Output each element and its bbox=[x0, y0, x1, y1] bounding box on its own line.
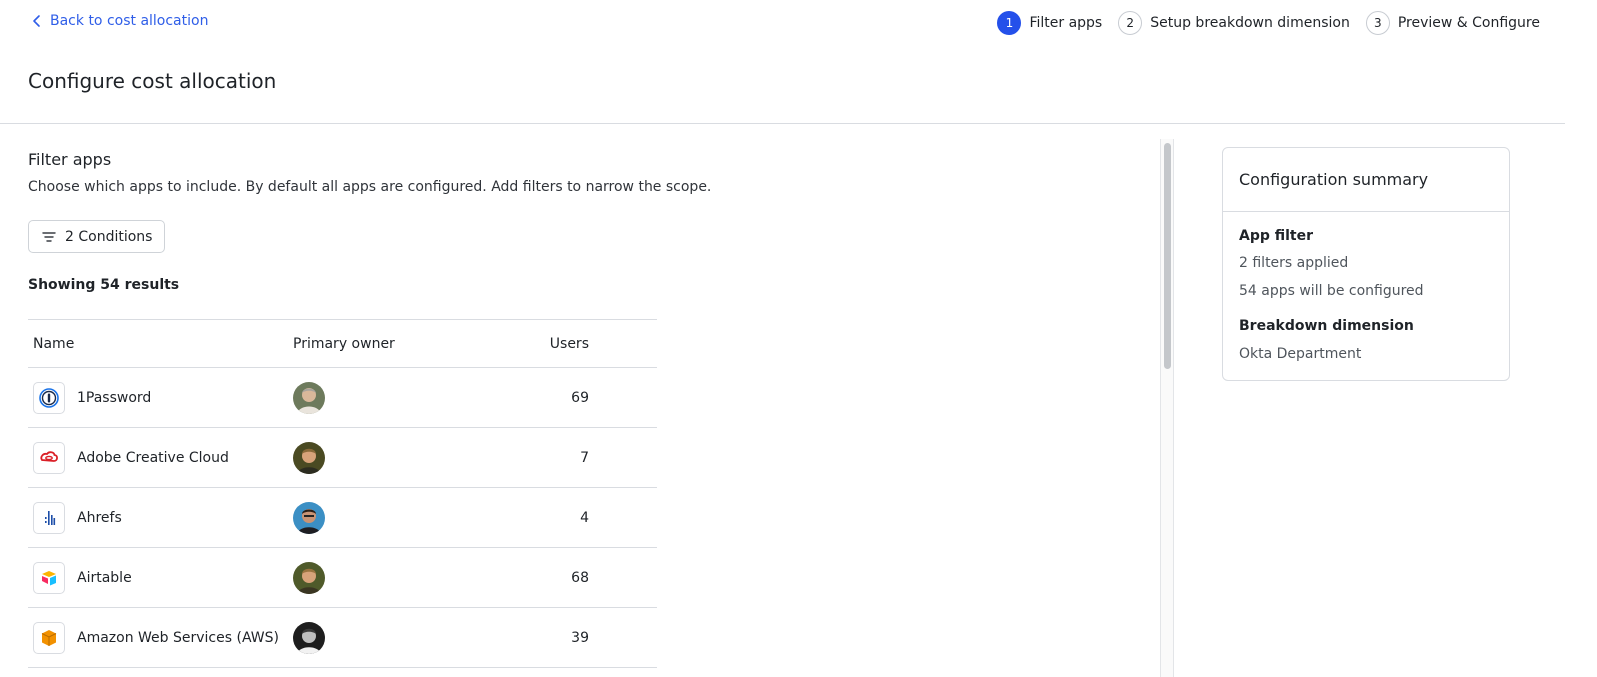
step-number: 3 bbox=[1365, 11, 1390, 35]
users-count: 69 bbox=[488, 367, 657, 428]
step-setup-breakdown-dimension[interactable]: 2 Setup breakdown dimension bbox=[1118, 11, 1350, 35]
app-filter-label: App filter bbox=[1239, 228, 1314, 244]
chevron-left-icon bbox=[33, 15, 40, 27]
apps-configured-value: 54 apps will be configured bbox=[1239, 283, 1424, 299]
avatar[interactable] bbox=[293, 381, 325, 414]
column-header-users[interactable]: Users bbox=[488, 319, 657, 368]
column-header-primary-owner[interactable]: Primary owner bbox=[288, 319, 488, 368]
filters-applied-value: 2 filters applied bbox=[1239, 255, 1349, 271]
breakdown-dimension-label: Breakdown dimension bbox=[1239, 318, 1414, 334]
header-divider bbox=[0, 123, 1565, 124]
app-name[interactable]: Airtable bbox=[77, 570, 132, 586]
1password-icon bbox=[33, 381, 65, 414]
results-count: Showing 54 results bbox=[28, 277, 180, 293]
users-count: 39 bbox=[488, 607, 657, 668]
table-row[interactable]: Ahrefs 4 bbox=[28, 487, 657, 548]
avatar[interactable] bbox=[293, 561, 325, 594]
users-count: 68 bbox=[488, 547, 657, 608]
section-description: Choose which apps to include. By default… bbox=[28, 179, 712, 195]
scrollbar-thumb[interactable] bbox=[1164, 143, 1171, 369]
users-count: 7 bbox=[488, 427, 657, 488]
page-title: Configure cost allocation bbox=[28, 69, 277, 93]
step-label: Preview & Configure bbox=[1397, 15, 1540, 31]
filter-lines-icon bbox=[42, 231, 56, 242]
aws-icon bbox=[33, 621, 65, 654]
users-count: 4 bbox=[488, 487, 657, 548]
wizard-stepper: 1 Filter apps 2 Setup breakdown dimensio… bbox=[997, 11, 1540, 35]
conditions-label: 2 Conditions bbox=[65, 228, 153, 245]
back-link-label[interactable]: Back to cost allocation bbox=[50, 13, 208, 29]
table-row[interactable]: Adobe Creative Cloud 7 bbox=[28, 427, 657, 488]
app-name[interactable]: Ahrefs bbox=[77, 510, 122, 526]
adobe-creative-cloud-icon bbox=[33, 441, 65, 474]
configuration-summary-card: Configuration summary App filter 2 filte… bbox=[1222, 147, 1510, 381]
airtable-icon bbox=[33, 561, 65, 594]
avatar[interactable] bbox=[293, 441, 325, 474]
conditions-filter-button[interactable]: 2 Conditions bbox=[28, 220, 166, 253]
breakdown-dimension-value: Okta Department bbox=[1239, 346, 1362, 362]
summary-title: Configuration summary bbox=[1239, 170, 1429, 189]
step-label: Setup breakdown dimension bbox=[1150, 15, 1350, 31]
app-name[interactable]: Adobe Creative Cloud bbox=[77, 450, 229, 466]
table-row[interactable]: Amazon Web Services (AWS) 39 bbox=[28, 607, 657, 668]
step-filter-apps[interactable]: 1 Filter apps bbox=[997, 11, 1102, 35]
step-preview-configure[interactable]: 3 Preview & Configure bbox=[1365, 11, 1540, 35]
summary-divider bbox=[1223, 211, 1509, 212]
scrollbar[interactable] bbox=[1160, 139, 1174, 677]
back-to-cost-allocation-link[interactable]: Back to cost allocation bbox=[30, 13, 208, 29]
step-label: Filter apps bbox=[1029, 15, 1103, 31]
avatar[interactable] bbox=[293, 621, 325, 654]
app-name[interactable]: Amazon Web Services (AWS) bbox=[77, 630, 279, 646]
avatar[interactable] bbox=[293, 501, 325, 534]
top-bar: Back to cost allocation 1 Filter apps 2 … bbox=[0, 0, 1597, 48]
table-row[interactable]: Airtable 68 bbox=[28, 547, 657, 608]
app-name[interactable]: 1Password bbox=[77, 390, 151, 406]
filter-apps-panel: Filter apps Choose which apps to include… bbox=[28, 140, 1178, 677]
section-title: Filter apps bbox=[28, 150, 112, 169]
table-row[interactable]: 1Password 69 bbox=[28, 367, 657, 428]
step-number: 1 bbox=[997, 11, 1022, 35]
table-header-row: Name Primary owner Users bbox=[28, 319, 657, 368]
column-header-name[interactable]: Name bbox=[28, 319, 288, 368]
ahrefs-icon bbox=[33, 501, 65, 534]
step-number: 2 bbox=[1118, 11, 1143, 35]
apps-table: Name Primary owner Users 1Password 69 Ad… bbox=[28, 319, 657, 668]
